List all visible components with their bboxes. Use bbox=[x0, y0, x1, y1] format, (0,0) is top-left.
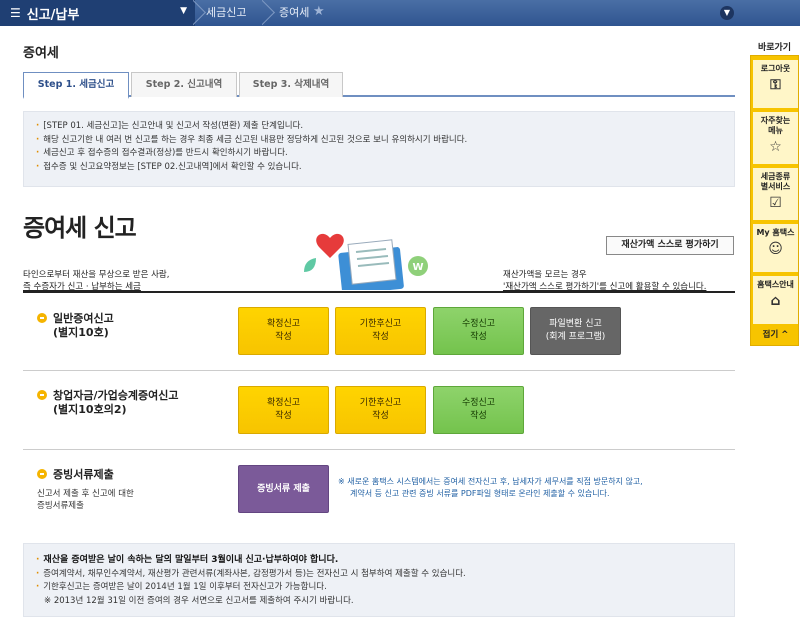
description-line: 타인으로부터 재산을 무상으로 받은 사람, bbox=[23, 270, 170, 280]
note-line: ※ 새로운 홈택스 시스템에서는 증여세 전자신고 후, 납세자가 세무서를 직… bbox=[338, 477, 643, 486]
button-label: 작성 bbox=[275, 332, 292, 342]
tab-step1-tax-filing[interactable]: Step 1. 세금신고 bbox=[23, 72, 129, 99]
page-title: 증여세 bbox=[23, 46, 59, 61]
menu-label: 신고/납부 bbox=[26, 7, 80, 23]
star-icon: ☆ bbox=[769, 139, 782, 155]
menu-dropdown-button[interactable]: ☰ 신고/납부 ▼ bbox=[0, 0, 195, 26]
breadcrumb-separator bbox=[193, 0, 207, 26]
home-guide-icon: ⌂ bbox=[770, 293, 781, 309]
section-title: 증빙서류제출 bbox=[53, 468, 114, 481]
general-late-filing-button[interactable]: 기한후신고 작성 bbox=[335, 307, 426, 355]
button-label: 기한후신고 bbox=[359, 319, 402, 329]
tab-step2-filing-history[interactable]: Step 2. 신고내역 bbox=[131, 72, 237, 97]
button-label: 수정신고 bbox=[461, 398, 496, 408]
quick-item-label: 자주찾는메뉴 bbox=[760, 116, 791, 135]
section-title: 일반증여신고 bbox=[53, 312, 114, 325]
step-tabs: Step 1. 세금신고 Step 2. 신고내역 Step 3. 삭제내역 bbox=[23, 72, 735, 99]
favorite-star-icon[interactable]: ★ bbox=[313, 4, 325, 19]
file-conversion-filing-button[interactable]: 파일변환 신고 (회계 프로그램) bbox=[530, 307, 621, 355]
checkbox-icon: ☑ bbox=[769, 195, 782, 211]
notice-box-bottom: 재산을 증여받은 날이 속하는 달의 말일부터 3월이내 신고·납부하여야 합니… bbox=[23, 543, 735, 617]
section-startup-succession-gift: 창업자금/가업승계증여신고 (별지10호의2) bbox=[37, 389, 178, 417]
note-line: 계약서 등 신고 관련 증빙 서류를 PDF파일 형태로 온라인 제출할 수 있… bbox=[350, 489, 610, 498]
section-evidence-submission: 증빙서류제출 bbox=[37, 468, 114, 482]
section-divider bbox=[23, 370, 735, 371]
notice-item: 접수증 및 신고요약정보는 [STEP 02.신고내역]에서 확인할 수 있습니… bbox=[36, 161, 722, 175]
general-amend-filing-button[interactable]: 수정신고 작성 bbox=[433, 307, 524, 355]
notice-item: 해당 신고기한 내 여러 번 신고를 하는 경우 최종 세금 신고된 내용만 정… bbox=[36, 134, 722, 148]
general-confirm-filing-button[interactable]: 확정신고 작성 bbox=[238, 307, 329, 355]
breadcrumb-separator bbox=[262, 0, 276, 26]
quick-menu-panel: 로그아웃 ⚿ 자주찾는메뉴 ☆ 세금종류별서비스 ☑ My 홈택스 ☺ 홈택스안… bbox=[750, 55, 799, 346]
evidence-description: 신고서 제출 후 신고에 대한 증빙서류제출 bbox=[37, 488, 134, 512]
section-general-gift: 일반증여신고 (별지10호) bbox=[37, 312, 114, 340]
bullet-icon bbox=[37, 390, 47, 400]
startup-confirm-filing-button[interactable]: 확정신고 작성 bbox=[238, 386, 329, 434]
notice-item: 증여계약서, 채무인수계약서, 재산평가 관련서류(계좌사본, 감정평가서 등)… bbox=[36, 568, 722, 582]
bullet-icon bbox=[37, 469, 47, 479]
gift-illustration: W bbox=[304, 233, 428, 290]
quick-logout[interactable]: 로그아웃 ⚿ bbox=[753, 60, 798, 108]
section-divider bbox=[23, 449, 735, 450]
section-title: 창업자금/가업승계증여신고 bbox=[53, 389, 179, 402]
chevron-down-icon: ▼ bbox=[180, 6, 187, 16]
notice-item: 기한후신고는 증여받은 날이 2014년 1월 1일 이후부터 전자신고가 가능… bbox=[36, 581, 722, 595]
quick-hometax-guide[interactable]: 홈택스안내 ⌂ bbox=[753, 276, 798, 324]
gift-tax-description: 타인으로부터 재산을 무상으로 받은 사람, 즉 수증자가 신고 · 납부하는 … bbox=[23, 269, 169, 293]
hamburger-icon: ☰ bbox=[10, 6, 21, 20]
quick-my-hometax[interactable]: My 홈택스 ☺ bbox=[753, 224, 798, 272]
breadcrumb-item-tax-filing[interactable]: 세금신고 bbox=[206, 0, 246, 26]
evidence-note: ※ 새로운 홈택스 시스템에서는 증여세 전자신고 후, 납세자가 세무서를 직… bbox=[338, 476, 643, 500]
main-title: 증여세 신고 bbox=[23, 214, 137, 242]
quick-tax-type-service[interactable]: 세금종류별서비스 ☑ bbox=[753, 168, 798, 220]
button-label: 확정신고 bbox=[266, 319, 301, 329]
section-subtitle: (별지10호의2) bbox=[53, 403, 127, 416]
person-icon: ☺ bbox=[768, 241, 783, 257]
notice-item: 세금신고 후 접수증의 접수결과(정상)를 반드시 확인하시기 바랍니다. bbox=[36, 147, 722, 161]
quick-favorite-menu[interactable]: 자주찾는메뉴 ☆ bbox=[753, 112, 798, 164]
quick-menu: 바로가기 로그아웃 ⚿ 자주찾는메뉴 ☆ 세금종류별서비스 ☑ My 홈택스 ☺… bbox=[749, 40, 800, 346]
button-label: 작성 bbox=[372, 332, 389, 342]
tab-step3-deleted-history[interactable]: Step 3. 삭제내역 bbox=[239, 72, 343, 97]
lock-icon: ⚿ bbox=[770, 77, 781, 93]
svg-text:W: W bbox=[412, 262, 423, 273]
notice-item: 재산을 증여받은 날이 속하는 달의 말일부터 3월이내 신고·납부하여야 합니… bbox=[36, 554, 722, 568]
quick-item-label: My 홈택스 bbox=[756, 228, 795, 237]
quick-menu-title: 바로가기 bbox=[757, 43, 792, 53]
self-evaluate-asset-button[interactable]: 재산가액 스스로 평가하기 bbox=[606, 236, 734, 255]
button-label: 작성 bbox=[372, 411, 389, 421]
button-label: 작성 bbox=[470, 411, 487, 421]
button-label: 작성 bbox=[275, 411, 292, 421]
button-label: (회계 프로그램) bbox=[545, 332, 606, 342]
quick-item-label: 세금종류별서비스 bbox=[760, 172, 791, 191]
description-line: 증빙서류제출 bbox=[37, 501, 84, 511]
notice-item: ※ 2013년 12월 31일 이전 증여의 경우 서면으로 신고서를 제출하여… bbox=[44, 595, 354, 606]
button-label: 확정신고 bbox=[266, 398, 301, 408]
startup-amend-filing-button[interactable]: 수정신고 작성 bbox=[433, 386, 524, 434]
button-label: 작성 bbox=[470, 332, 487, 342]
submit-evidence-button[interactable]: 증빙서류 제출 bbox=[238, 465, 329, 513]
quick-item-label: 홈택스안내 bbox=[757, 280, 794, 289]
quick-item-label: 로그아웃 bbox=[760, 64, 791, 73]
expand-down-icon[interactable]: ▼ bbox=[720, 6, 734, 20]
quick-menu-collapse-button[interactable]: 접기 ^ bbox=[751, 328, 800, 340]
breadcrumb-item-gift-tax[interactable]: 증여세 bbox=[279, 0, 309, 26]
asset-evaluation-description: 재산가액을 모르는 경우 '재산가액 스스로 평가하기'를 신고에 활용할 수 … bbox=[503, 269, 706, 293]
button-label: 증빙서류 제출 bbox=[257, 483, 310, 494]
description-line: 신고서 제출 후 신고에 대한 bbox=[37, 489, 134, 499]
description-line: 재산가액을 모르는 경우 bbox=[503, 270, 587, 280]
top-navigation-bar: ☰ 신고/납부 ▼ 세금신고 증여세 ★ ▼ bbox=[0, 0, 800, 26]
startup-late-filing-button[interactable]: 기한후신고 작성 bbox=[335, 386, 426, 434]
button-label: 기한후신고 bbox=[359, 398, 402, 408]
section-subtitle: (별지10호) bbox=[53, 326, 109, 339]
notice-box-top: [STEP 01. 세금신고]는 신고안내 및 신고서 작성(변환) 제출 단계… bbox=[23, 111, 735, 187]
notice-item: [STEP 01. 세금신고]는 신고안내 및 신고서 작성(변환) 제출 단계… bbox=[36, 120, 722, 134]
bullet-icon bbox=[37, 313, 47, 323]
button-label: 파일변환 신고 bbox=[549, 319, 602, 329]
section-top-border bbox=[23, 291, 735, 293]
button-label: 수정신고 bbox=[461, 319, 496, 329]
